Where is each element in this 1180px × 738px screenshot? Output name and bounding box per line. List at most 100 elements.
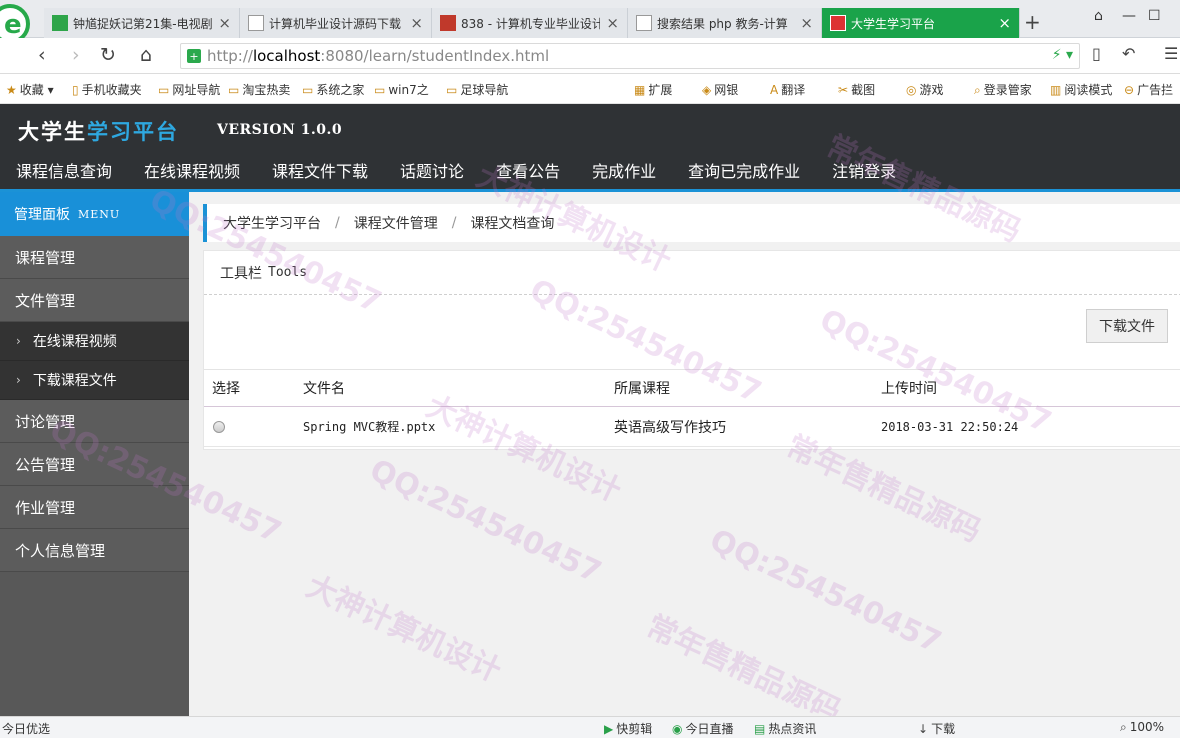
login-manager-button[interactable]: ⌕ 登录管家 <box>974 81 1032 98</box>
sidebar-subitem-download-files[interactable]: › 下载课程文件 <box>0 361 189 400</box>
browser-tab-4[interactable]: 搜索结果 php 教务-计算 × <box>628 8 822 38</box>
mobile-icon[interactable]: ▯ <box>1092 44 1101 63</box>
status-news[interactable]: ▤ 热点资讯 <box>754 720 816 737</box>
bookmark-item[interactable]: ▭ 淘宝热卖 <box>228 81 290 98</box>
home-icon[interactable]: ⌂ <box>140 44 152 66</box>
undo-icon[interactable]: ↶ <box>1122 44 1135 63</box>
address-bar[interactable]: + http://localhost:8080/learn/studentInd… <box>180 43 1080 69</box>
sidebar-subitem-online-video[interactable]: › 在线课程视频 <box>0 322 189 361</box>
browser-tab-active[interactable]: 大学生学习平台 × <box>822 8 1020 38</box>
topnav-online-video[interactable]: 在线课程视频 <box>128 160 256 188</box>
sidebar-item-announcements[interactable]: 公告管理 <box>0 443 189 486</box>
column-header: 文件名 <box>303 381 345 397</box>
tab-title: 大学生学习平台 <box>851 16 936 31</box>
mobile-icon: ▯ <box>72 83 79 97</box>
tab-close-icon[interactable]: × <box>800 14 813 32</box>
status-live[interactable]: ◉ 今日直播 <box>672 720 734 737</box>
page-icon: ▭ <box>158 83 170 97</box>
top-nav: 课程信息查询 在线课程视频 课程文件下载 话题讨论 查看公告 完成作业 查询已完… <box>0 160 912 188</box>
breadcrumb-item: 课程文档查询 <box>470 216 555 232</box>
bookmark-item[interactable]: ▭ 系统之家 <box>302 81 364 98</box>
grid-icon: ▦ <box>634 83 646 97</box>
browser-tab-3[interactable]: 838 - 计算机专业毕业设计 × <box>432 8 628 38</box>
search-icon: ⌕ <box>974 83 981 97</box>
maximize-icon[interactable]: ☐ <box>1148 8 1161 24</box>
bookmark-item[interactable]: ▯ 手机收藏夹 <box>72 81 142 98</box>
page-icon: ▭ <box>302 83 314 97</box>
site-security-icon: + <box>187 49 201 63</box>
breadcrumb-item[interactable]: 大学生学习平台 <box>223 213 321 233</box>
sidebar-item-courses[interactable]: 课程管理 <box>0 236 189 279</box>
browser-navbar: ‹ › ↻ ⌂ + http://localhost:8080/learn/st… <box>0 38 1180 74</box>
bookmark-item[interactable]: ★ 收藏 ▾ <box>6 81 54 98</box>
status-download[interactable]: ↓ 下载 <box>918 720 955 737</box>
bank-button[interactable]: ◈ 网银 <box>702 81 738 98</box>
page-icon <box>636 15 652 31</box>
browser-tabbar: e 钟馗捉妖记第21集-电视剧 × 计算机毕业设计源码下载 × 838 - 计算… <box>0 0 1180 44</box>
tab-favicon-icon <box>830 15 846 31</box>
games-button[interactable]: ◎ 游戏 <box>906 81 944 98</box>
refresh-icon[interactable]: ↻ <box>100 44 116 66</box>
app-header: 大学生学习平台 VERSION 1.0.0 课程信息查询 在线课程视频 课程文件… <box>0 104 1180 192</box>
topnav-do-homework[interactable]: 完成作业 <box>576 160 672 188</box>
row-select-radio[interactable] <box>213 420 225 433</box>
topnav-discussion[interactable]: 话题讨论 <box>384 160 480 188</box>
sidebar-item-files[interactable]: 文件管理 <box>0 279 189 322</box>
page-icon: ▭ <box>374 83 386 97</box>
page-icon: ▭ <box>228 83 240 97</box>
browser-statusbar: 今日优选 ▶ 快剪辑 ◉ 今日直播 ▤ 热点资讯 ↓ 下载 ⌕ 100% <box>0 716 1180 738</box>
breadcrumb-item[interactable]: 课程文件管理 <box>354 213 438 233</box>
sidebar-subitem-label: 下载课程文件 <box>32 373 117 389</box>
tab-close-icon[interactable]: × <box>998 14 1011 32</box>
browser-tab-1[interactable]: 钟馗捉妖记第21集-电视剧 × <box>44 8 240 38</box>
extensions-button[interactable]: ▦ 扩展 <box>634 81 672 98</box>
bookmark-item[interactable]: ▭ 足球导航 <box>446 81 508 98</box>
back-icon[interactable]: ‹ <box>38 44 46 66</box>
status-zoom[interactable]: ⌕ 100% <box>1120 720 1164 735</box>
tab-close-icon[interactable]: × <box>606 14 619 32</box>
screenshot-button[interactable]: ✂ 截图 <box>838 81 875 98</box>
status-quick-edit[interactable]: ▶ 快剪辑 <box>604 720 652 737</box>
table-row[interactable]: Spring MVC教程.pptx 英语高级写作技巧 2018-03-31 22… <box>204 407 1180 447</box>
topnav-announcements[interactable]: 查看公告 <box>480 160 576 188</box>
app-brand: 大学生学习平台 <box>18 120 179 144</box>
tab-close-icon[interactable]: × <box>218 14 231 32</box>
tab-close-icon[interactable]: × <box>410 14 423 32</box>
adblock-button[interactable]: ⊖ 广告拦 <box>1124 81 1173 98</box>
status-recommend[interactable]: 今日优选 <box>2 720 50 737</box>
column-header: 选择 <box>212 381 240 397</box>
download-icon: ↓ <box>918 722 929 736</box>
column-header: 所属课程 <box>614 381 670 397</box>
page-icon: ▭ <box>446 83 458 97</box>
browser-tab-2[interactable]: 计算机毕业设计源码下载 × <box>240 8 432 38</box>
forward-icon[interactable]: › <box>72 44 80 66</box>
translate-button[interactable]: A 翻译 <box>770 81 805 98</box>
reader-mode-button[interactable]: ▥ 阅读模式 <box>1050 81 1112 98</box>
tab-title: 搜索结果 php 教务-计算 <box>657 16 788 31</box>
gamepad-icon: ◎ <box>906 83 917 97</box>
block-icon: ⊖ <box>1124 83 1135 97</box>
sidebar-item-homework[interactable]: 作业管理 <box>0 486 189 529</box>
topnav-file-download[interactable]: 课程文件下载 <box>256 160 384 188</box>
bookmark-item[interactable]: ▭ win7之 <box>374 81 429 98</box>
sidebar-item-profile[interactable]: 个人信息管理 <box>0 529 189 572</box>
upload-time-cell: 2018-03-31 22:50:24 <box>881 419 1019 434</box>
skin-icon[interactable]: ⌂ <box>1094 8 1103 24</box>
speed-mode-icon[interactable]: ⚡ ▾ <box>1052 47 1073 63</box>
topnav-course-info[interactable]: 课程信息查询 <box>0 160 128 188</box>
play-circle-icon: ◉ <box>672 722 683 736</box>
chevron-right-icon: › <box>16 373 21 387</box>
tab-favicon-icon <box>440 15 456 31</box>
sidebar-item-discussion[interactable]: 讨论管理 <box>0 400 189 443</box>
menu-icon[interactable]: ☰ <box>1164 44 1178 63</box>
minimize-icon[interactable]: — <box>1122 8 1136 24</box>
topnav-completed-homework[interactable]: 查询已完成作业 <box>672 160 816 188</box>
scissors-icon: ✂ <box>838 83 849 97</box>
tools-panel: 工具栏 Tools 下载文件 选择 文件名 所属课程 上传时间 Spring MV… <box>203 250 1180 450</box>
new-tab-icon[interactable]: + <box>1024 10 1041 34</box>
download-file-button[interactable]: 下载文件 <box>1086 309 1168 343</box>
topnav-logout[interactable]: 注销登录 <box>816 160 912 188</box>
url-scheme: http:// <box>207 47 253 65</box>
bookmark-item[interactable]: ▭ 网址导航 <box>158 81 220 98</box>
page-icon <box>248 15 264 31</box>
